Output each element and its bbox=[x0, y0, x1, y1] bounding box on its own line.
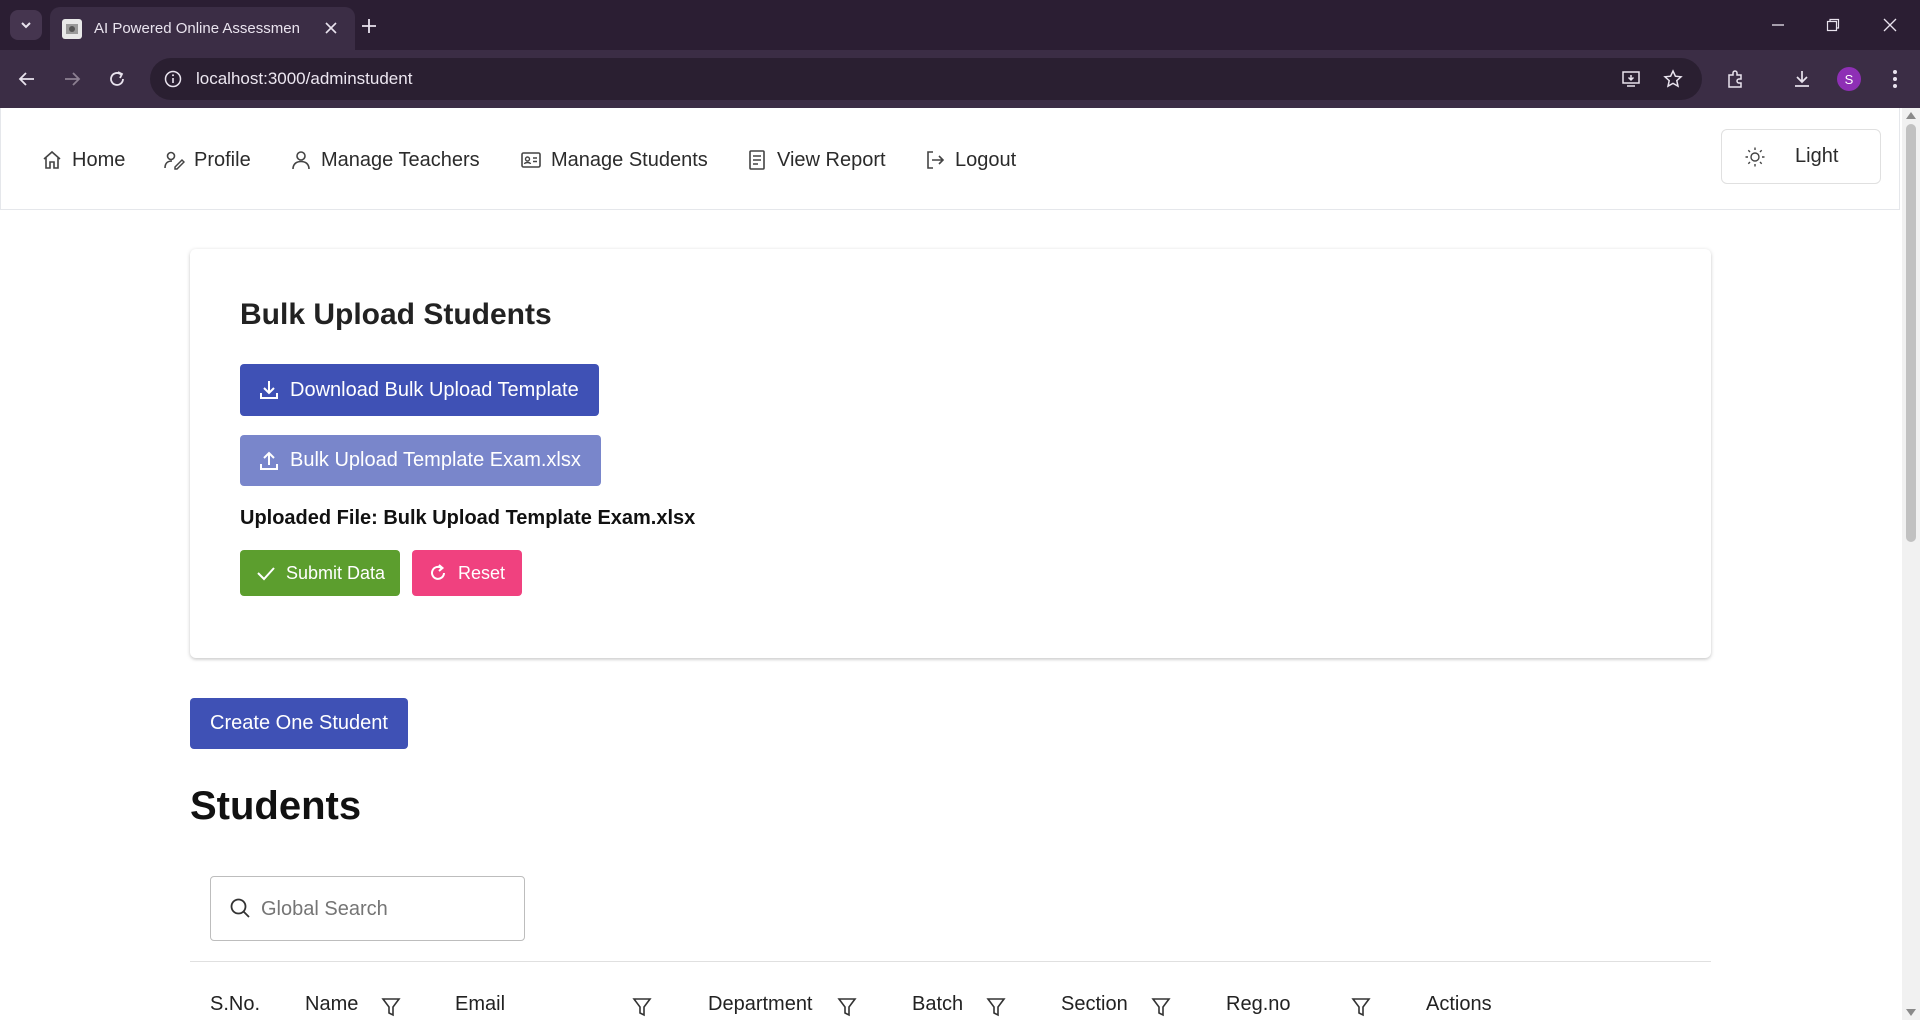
browser-tab-strip: AI Powered Online Assessment bbox=[0, 0, 1920, 50]
global-search-field[interactable] bbox=[210, 876, 525, 941]
column-header-section[interactable]: Section bbox=[1061, 993, 1128, 1016]
submit-data-label: Submit Data bbox=[286, 562, 386, 583]
reload-button[interactable] bbox=[102, 64, 132, 94]
email-filter-icon[interactable] bbox=[631, 995, 653, 1019]
nav-item-label: Manage Teachers bbox=[321, 148, 480, 171]
new-tab-button[interactable] bbox=[355, 12, 383, 40]
theme-toggle-button[interactable]: Light bbox=[1721, 129, 1881, 184]
nav-item-profile[interactable]: Profile bbox=[163, 146, 251, 174]
download-template-label: Download Bulk Upload Template bbox=[290, 378, 579, 401]
upload-file-button[interactable]: Bulk Upload Template Exam.xlsx bbox=[240, 435, 601, 486]
column-header-department[interactable]: Department bbox=[708, 993, 813, 1016]
site-info-icon[interactable] bbox=[160, 66, 186, 92]
reload-icon bbox=[110, 71, 124, 86]
extensions-icon[interactable] bbox=[1720, 64, 1750, 94]
home-icon bbox=[43, 150, 61, 169]
forward-button[interactable] bbox=[57, 64, 87, 94]
bulk-upload-card: Bulk Upload Students Download Bulk Uploa… bbox=[190, 249, 1711, 658]
batch-filter-icon[interactable] bbox=[985, 995, 1007, 1019]
name-filter-icon[interactable] bbox=[380, 995, 402, 1019]
page-viewport: Home Profile Manage Teachers Manage Stud… bbox=[0, 108, 1902, 1020]
browser-tab[interactable]: AI Powered Online Assessment bbox=[50, 7, 355, 50]
check-icon bbox=[257, 567, 275, 581]
browser-menu-icon[interactable] bbox=[1880, 64, 1910, 94]
close-window-button[interactable] bbox=[1872, 10, 1908, 40]
bulk-upload-title: Bulk Upload Students bbox=[240, 298, 552, 331]
tab-search-button[interactable] bbox=[10, 10, 42, 40]
submit-data-button[interactable]: Submit Data bbox=[240, 550, 400, 596]
arrow-right-icon bbox=[65, 72, 81, 86]
tab-close-icon[interactable] bbox=[321, 18, 341, 38]
download-template-button[interactable]: Download Bulk Upload Template bbox=[240, 364, 599, 416]
scroll-down-arrow-icon[interactable] bbox=[1906, 1009, 1916, 1016]
uploaded-file-text: Uploaded File: Bulk Upload Template Exam… bbox=[240, 507, 696, 529]
scrollbar-thumb[interactable] bbox=[1906, 124, 1916, 542]
logout-icon bbox=[927, 151, 945, 169]
downloads-icon[interactable] bbox=[1787, 64, 1817, 94]
arrow-left-icon bbox=[18, 72, 34, 86]
nav-item-manage-students[interactable]: Manage Students bbox=[520, 146, 708, 174]
restore-icon bbox=[1826, 18, 1840, 32]
install-app-icon[interactable] bbox=[1618, 66, 1644, 92]
search-icon bbox=[230, 898, 250, 918]
nav-item-label: View Report bbox=[777, 148, 886, 171]
create-student-label: Create One Student bbox=[210, 712, 388, 734]
sun-icon bbox=[1745, 147, 1765, 167]
address-bar[interactable]: localhost:3000/adminstudent bbox=[150, 58, 1702, 100]
theme-toggle-label: Light bbox=[1795, 145, 1839, 167]
close-icon bbox=[1883, 18, 1897, 32]
reset-button[interactable]: Reset bbox=[412, 550, 522, 596]
favicon-icon bbox=[62, 18, 82, 39]
download-icon bbox=[260, 381, 278, 399]
column-header-email[interactable]: Email bbox=[455, 993, 505, 1016]
bookmark-star-icon[interactable] bbox=[1660, 66, 1686, 92]
column-header-regno[interactable]: Reg.no bbox=[1226, 993, 1291, 1016]
minimize-button[interactable] bbox=[1760, 10, 1796, 40]
user-icon bbox=[292, 151, 310, 170]
table-top-divider bbox=[190, 961, 1711, 962]
department-filter-icon[interactable] bbox=[836, 995, 858, 1019]
nav-item-label: Logout bbox=[955, 148, 1017, 171]
column-header-batch[interactable]: Batch bbox=[912, 993, 963, 1016]
nav-item-label: Manage Students bbox=[551, 148, 708, 171]
tab-title: AI Powered Online Assessment bbox=[94, 20, 299, 37]
restore-button[interactable] bbox=[1815, 10, 1851, 40]
browser-toolbar: localhost:3000/adminstudent bbox=[0, 50, 1920, 108]
nav-item-view-report[interactable]: View Report bbox=[746, 146, 886, 174]
nav-item-home[interactable]: Home bbox=[41, 146, 125, 174]
global-search-input[interactable] bbox=[261, 895, 511, 923]
nav-item-logout[interactable]: Logout bbox=[924, 146, 1016, 174]
upload-file-label: Bulk Upload Template Exam.xlsx bbox=[290, 449, 581, 471]
page-scrollbar[interactable] bbox=[1902, 108, 1920, 1020]
column-header-actions: Actions bbox=[1426, 993, 1492, 1015]
students-heading: Students bbox=[190, 784, 362, 828]
report-icon bbox=[749, 150, 765, 170]
profile-avatar[interactable]: S bbox=[1837, 67, 1861, 91]
upload-icon bbox=[260, 451, 278, 470]
chevron-down-icon bbox=[21, 22, 31, 29]
nav-item-label: Profile bbox=[194, 148, 251, 171]
url-text[interactable]: localhost:3000/adminstudent bbox=[196, 69, 412, 89]
nav-item-label: Home bbox=[72, 148, 126, 171]
scroll-up-arrow-icon[interactable] bbox=[1906, 112, 1916, 119]
column-header-name[interactable]: Name bbox=[305, 993, 358, 1016]
nav-item-manage-teachers[interactable]: Manage Teachers bbox=[290, 146, 480, 174]
id-card-icon bbox=[521, 152, 541, 168]
user-edit-icon bbox=[164, 151, 185, 170]
create-student-button[interactable]: Create One Student bbox=[190, 698, 408, 749]
minimize-icon bbox=[1772, 24, 1784, 26]
column-header-sno[interactable]: S.No. bbox=[210, 993, 260, 1016]
top-menubar: Home Profile Manage Teachers Manage Stud… bbox=[0, 108, 1900, 210]
regno-filter-icon[interactable] bbox=[1350, 995, 1372, 1019]
reset-label: Reset bbox=[458, 562, 506, 583]
back-button[interactable] bbox=[12, 64, 42, 94]
refresh-icon bbox=[431, 564, 445, 580]
section-filter-icon[interactable] bbox=[1150, 995, 1172, 1019]
plus-icon bbox=[362, 19, 376, 33]
